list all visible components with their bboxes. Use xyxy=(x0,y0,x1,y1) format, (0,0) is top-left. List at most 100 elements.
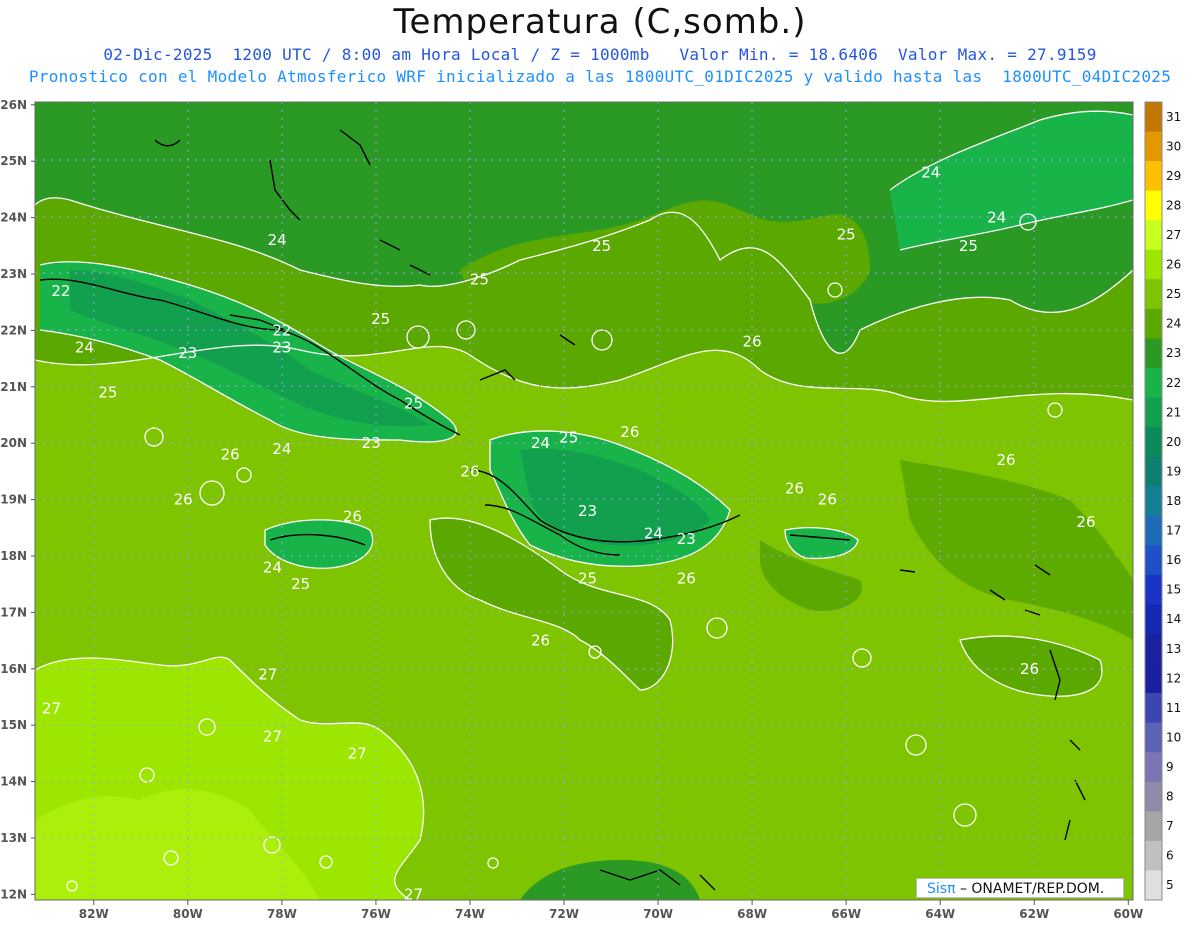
legend-label: 25 xyxy=(1166,287,1181,301)
contour-label: 22 xyxy=(51,282,70,300)
legend-label: 20 xyxy=(1166,435,1181,449)
lat-tick-label: 22N xyxy=(0,323,27,337)
temperature-map: 26N 25N 24N 23N 22N 21N 20N 19N 18N 17N 16N 15N 14N 1… xyxy=(0,98,1181,921)
legend-label: 10 xyxy=(1166,730,1181,744)
lat-tick-label: 21N xyxy=(0,380,27,394)
contour-label: 24 xyxy=(263,558,282,576)
contour-label: 25 xyxy=(470,271,489,289)
contour-label: 23 xyxy=(272,338,291,356)
color-legend: 31 30 29 28 27 26 25 24 23 22 21 20 19 18 17 16 15 14 13 12… xyxy=(1144,101,1181,901)
lon-tick-label: 78W xyxy=(267,907,297,921)
contour-label: 27 xyxy=(263,727,282,745)
legend-label: 21 xyxy=(1166,405,1181,419)
legend-swatch xyxy=(1145,161,1162,191)
lon-tick-label: 60W xyxy=(1113,907,1143,921)
legend-label: 11 xyxy=(1166,701,1181,715)
credit-text: – ONAMET/REP.DOM. xyxy=(955,881,1105,897)
legend-label: 16 xyxy=(1166,553,1181,567)
contour-label: 24 xyxy=(268,231,287,249)
legend-swatch xyxy=(1145,722,1162,753)
lon-tick-label: 72W xyxy=(549,907,579,921)
contour-label: 24 xyxy=(987,209,1006,227)
contour-label: 23 xyxy=(578,502,597,520)
lon-tick-label: 70W xyxy=(643,907,673,921)
legend-label: 14 xyxy=(1166,612,1181,626)
legend-label: 22 xyxy=(1166,376,1181,390)
legend-swatch xyxy=(1145,131,1162,162)
lat-tick-label: 20N xyxy=(0,436,27,450)
credit-box: Sisπ – ONAMET/REP.DOM. xyxy=(916,878,1124,898)
legend-swatch xyxy=(1145,693,1162,723)
contour-label: 23 xyxy=(362,434,381,452)
legend-swatch xyxy=(1145,663,1162,694)
legend-label: 8 xyxy=(1166,790,1174,804)
legend-label: 19 xyxy=(1166,464,1181,478)
lon-tick-label: 74W xyxy=(455,907,485,921)
lat-tick-label: 14N xyxy=(0,775,27,789)
legend-label: 29 xyxy=(1166,169,1181,183)
legend-label: 7 xyxy=(1166,819,1174,833)
legend-swatch xyxy=(1145,456,1162,487)
legend-swatch xyxy=(1145,604,1162,635)
contour-label: 22 xyxy=(272,321,291,339)
legend-swatch xyxy=(1145,574,1162,605)
lat-tick-label: 15N xyxy=(0,718,27,732)
legend-label: 17 xyxy=(1166,524,1181,538)
legend-swatch xyxy=(1145,634,1162,664)
legend-label: 24 xyxy=(1166,317,1181,331)
contour-label: 26 xyxy=(531,632,550,650)
contour-label: 25 xyxy=(291,575,310,593)
legend-swatch xyxy=(1145,220,1162,251)
contour-label: 25 xyxy=(98,383,117,401)
lon-tick-label: 82W xyxy=(79,907,109,921)
contour-label: 26 xyxy=(996,451,1015,469)
contour-label: 26 xyxy=(460,462,479,480)
lon-tick-label: 64W xyxy=(925,907,955,921)
legend-label: 28 xyxy=(1166,198,1181,212)
contour-label: 24 xyxy=(272,440,291,458)
lon-tick-label: 80W xyxy=(173,907,203,921)
legend-swatch xyxy=(1145,102,1162,132)
contour-label: 27 xyxy=(42,699,61,717)
legend-swatch xyxy=(1145,338,1162,369)
legend-swatch xyxy=(1145,249,1162,280)
legend-swatch xyxy=(1145,870,1162,901)
legend-swatch xyxy=(1145,752,1162,783)
lon-tick-label: 68W xyxy=(737,907,767,921)
legend-swatch xyxy=(1145,781,1162,812)
lat-tick-label: 12N xyxy=(0,887,27,901)
contour-label: 25 xyxy=(559,429,578,447)
contour-label: 27 xyxy=(258,665,277,683)
contour-label: 27 xyxy=(348,744,367,762)
latitude-axis: 26N 25N 24N 23N 22N 21N 20N 19N 18N 17N 16N 15N 14N 1… xyxy=(0,98,35,901)
legend-swatch xyxy=(1145,427,1162,457)
legend-swatch xyxy=(1145,279,1162,310)
contour-label: 26 xyxy=(221,445,240,463)
contour-label: 25 xyxy=(592,237,611,255)
legend-swatch xyxy=(1145,486,1162,517)
legend-label: 6 xyxy=(1166,849,1174,863)
contour-label: 26 xyxy=(677,570,696,588)
lon-tick-label: 66W xyxy=(831,907,861,921)
contour-label: 24 xyxy=(921,163,940,181)
lat-tick-label: 17N xyxy=(0,605,27,619)
contour-label: 27 xyxy=(404,885,423,903)
contour-label: 25 xyxy=(404,395,423,413)
contour-label: 24 xyxy=(531,434,550,452)
contour-label: 26 xyxy=(743,333,762,351)
legend-swatch xyxy=(1145,840,1162,871)
legend-label: 15 xyxy=(1166,583,1181,597)
contour-label: 25 xyxy=(837,226,856,244)
lat-tick-label: 16N xyxy=(0,662,27,676)
legend-label: 13 xyxy=(1166,642,1181,656)
contour-label: 24 xyxy=(75,338,94,356)
lat-tick-label: 23N xyxy=(0,267,27,281)
contour-label: 26 xyxy=(174,491,193,509)
lat-tick-label: 18N xyxy=(0,549,27,563)
legend-label: 26 xyxy=(1166,258,1181,272)
legend-label: 31 xyxy=(1166,110,1181,124)
contour-label: 26 xyxy=(1076,513,1095,531)
contour-label: 26 xyxy=(818,491,837,509)
contour-label: 23 xyxy=(677,530,696,548)
contour-label: 23 xyxy=(178,344,197,362)
